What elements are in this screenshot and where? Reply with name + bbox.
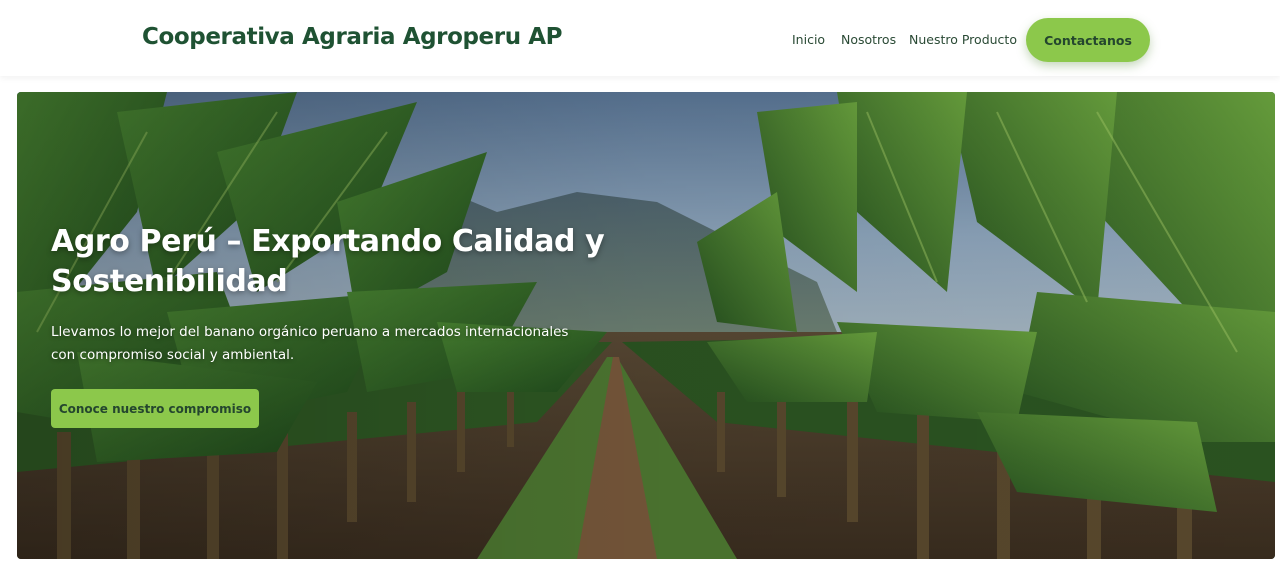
hero-banner: Agro Perú – Exportando Calidad y Sosteni…: [17, 92, 1275, 559]
navbar: Cooperativa Agraria Agroperu AP Inicio N…: [0, 0, 1280, 76]
contact-button[interactable]: Contactanos: [1026, 18, 1150, 62]
nav-link-nosotros[interactable]: Nosotros: [841, 32, 896, 47]
hero-title: Agro Perú – Exportando Calidad y Sosteni…: [51, 224, 605, 299]
nav-link-nuestro-producto[interactable]: Nuestro Producto: [909, 32, 1017, 47]
brand-title[interactable]: Cooperativa Agraria Agroperu AP: [142, 24, 563, 50]
commitment-button[interactable]: Conoce nuestro compromiso: [51, 389, 259, 428]
nav-link-inicio[interactable]: Inicio: [792, 32, 825, 47]
hero-description: Llevamos lo mejor del banano orgánico pe…: [51, 324, 569, 363]
